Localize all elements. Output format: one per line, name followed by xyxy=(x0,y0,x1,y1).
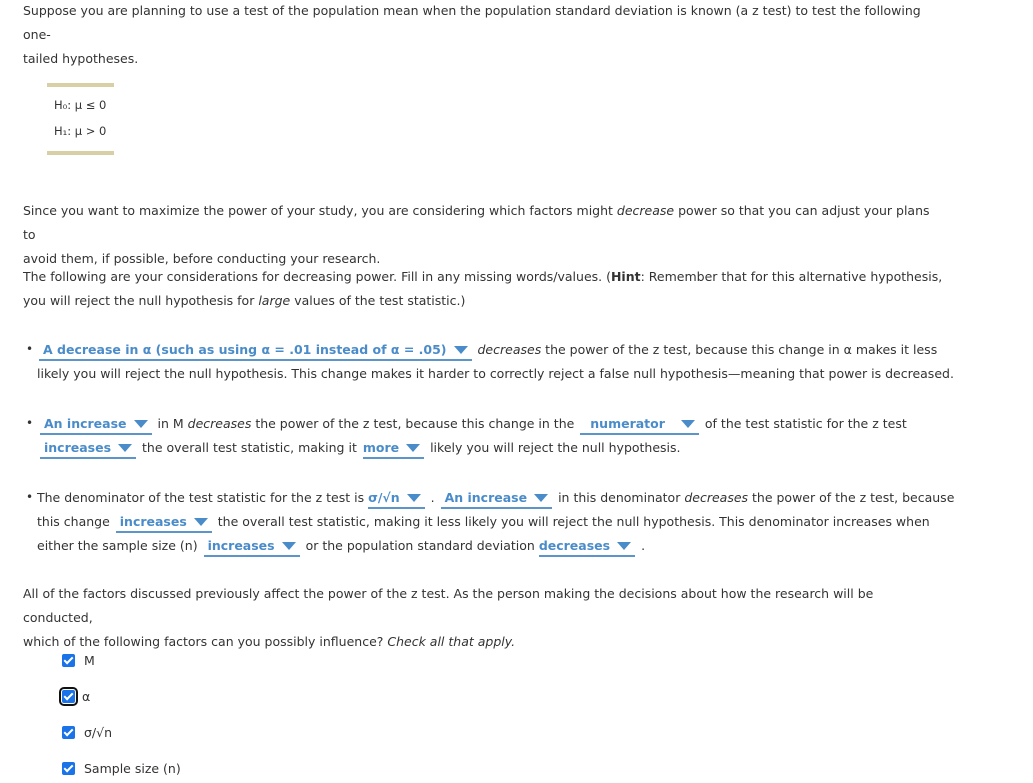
checkbox-checked-icon[interactable] xyxy=(59,686,78,706)
caret-down-icon xyxy=(534,493,549,502)
denominator-statistic-dropdown[interactable]: increases xyxy=(115,513,212,533)
checkbox-m[interactable]: M xyxy=(62,652,95,668)
caret-down-icon xyxy=(617,541,632,550)
caret-down-icon xyxy=(133,419,148,428)
likelihood-dropdown[interactable]: more xyxy=(362,439,425,459)
considerations-paragraph: The following are your considerations fo… xyxy=(23,265,943,313)
emphasis: Check all that apply. xyxy=(387,634,516,649)
dropdown-value: An increase xyxy=(44,416,127,431)
bullet-1-dot: • xyxy=(26,342,34,356)
text: which of the following factors can you p… xyxy=(23,634,388,649)
text: in this denominator xyxy=(558,490,685,505)
emphasis: decrease xyxy=(616,203,675,218)
dropdown-value: increases xyxy=(207,538,275,553)
dropdown-value: An increase xyxy=(444,490,528,505)
emphasis: decreases xyxy=(187,416,252,431)
text: or the population standard deviation xyxy=(305,538,539,553)
std-deviation-dropdown[interactable]: decreases xyxy=(538,537,636,557)
text: in M xyxy=(157,416,188,431)
hypotheses-box: H₀: μ ≤ 0 H₁: μ > 0 xyxy=(47,83,114,155)
text: the power of the z test, because this ch… xyxy=(541,342,938,357)
text: . xyxy=(637,538,646,553)
bullet-3-line-3: either the sample size (n) increases or … xyxy=(37,534,645,558)
intro-line-1: Suppose you are planning to use a test o… xyxy=(23,3,921,42)
caret-down-icon xyxy=(406,443,421,452)
checkbox-label: α xyxy=(82,688,91,704)
checkbox-checked-icon[interactable] xyxy=(62,761,75,775)
text: the overall test statistic, making it le… xyxy=(217,514,930,529)
checkbox-checked-icon[interactable] xyxy=(62,725,75,739)
caret-down-icon xyxy=(453,345,468,354)
denominator-change-dropdown[interactable]: An increase xyxy=(440,489,553,509)
dropdown-value: σ/√n xyxy=(368,490,400,505)
text: this change xyxy=(37,514,114,529)
text: The following are your considerations fo… xyxy=(23,269,611,284)
hypotheses-bottom-bar xyxy=(47,151,114,155)
text: . xyxy=(426,490,439,505)
statistic-direction-dropdown[interactable]: increases xyxy=(40,439,137,459)
text: avoid them, if possible, before conducti… xyxy=(23,251,381,266)
bullet-3-line-2: this change increases the overall test s… xyxy=(37,510,930,534)
dropdown-value: A decrease in α (such as using α = .01 i… xyxy=(43,342,447,357)
null-hypothesis: H₀: μ ≤ 0 xyxy=(54,98,107,112)
dropdown-value: increases xyxy=(119,514,187,529)
text: Since you want to maximize the power of … xyxy=(23,203,617,218)
text: of the test statistic for the z test xyxy=(704,416,907,431)
dropdown-value: more xyxy=(362,440,400,455)
bullet-1-line-2: likely you will reject the null hypothes… xyxy=(37,366,954,381)
caret-down-icon xyxy=(281,541,296,550)
checkbox-label: σ/√n xyxy=(84,724,113,740)
text: The denominator of the test statistic fo… xyxy=(37,490,369,505)
hint-label: Hint xyxy=(610,269,641,284)
bullet-3-dot: • xyxy=(26,490,34,504)
bullet-2-dot: • xyxy=(26,416,34,430)
text: likely you will reject the null hypothes… xyxy=(430,440,681,455)
alternative-hypothesis: H₁: μ > 0 xyxy=(54,124,107,138)
dropdown-value: numerator xyxy=(590,416,665,431)
intro-line-2: tailed hypotheses. xyxy=(23,51,139,66)
checkbox-checked-icon[interactable] xyxy=(62,653,75,667)
test-statistic-part-dropdown[interactable]: numerator xyxy=(580,415,699,435)
checkbox-label: Sample size (n) xyxy=(84,760,181,776)
factors-question-paragraph: All of the factors discussed previously … xyxy=(23,582,943,654)
caret-down-icon xyxy=(680,419,695,428)
caret-down-icon xyxy=(118,443,133,452)
bullet-1-line-1: A decrease in α (such as using α = .01 i… xyxy=(37,338,937,362)
bullet-2-line-2: increases the overall test statistic, ma… xyxy=(38,436,681,460)
text: All of the factors discussed previously … xyxy=(23,586,874,625)
hypotheses-top-bar xyxy=(47,83,114,87)
checkbox-sample-size[interactable]: Sample size (n) xyxy=(62,760,181,776)
text: values of the test statistic.) xyxy=(290,293,466,308)
dropdown-value: increases xyxy=(44,440,112,455)
bullet-2-line-1: An increase in M decreases the power of … xyxy=(38,412,907,436)
text: the overall test statistic, making it xyxy=(142,440,361,455)
text: the power of the z test, because xyxy=(748,490,955,505)
text: the power of the z test, because this ch… xyxy=(251,416,579,431)
text: you will reject the null hypothesis for xyxy=(23,293,259,308)
power-intro-paragraph: Since you want to maximize the power of … xyxy=(23,199,943,271)
caret-down-icon xyxy=(406,493,421,502)
alpha-change-dropdown[interactable]: A decrease in α (such as using α = .01 i… xyxy=(39,341,472,361)
m-change-dropdown[interactable]: An increase xyxy=(40,415,152,435)
denominator-dropdown[interactable]: σ/√n xyxy=(368,489,425,509)
intro-text: Suppose you are planning to use a test o… xyxy=(23,0,943,71)
text: : Remember that for this alternative hyp… xyxy=(640,269,943,284)
caret-down-icon xyxy=(193,517,208,526)
emphasis: decreases xyxy=(684,490,749,505)
emphasis: decreases xyxy=(477,342,542,357)
checkbox-alpha[interactable]: α xyxy=(59,686,91,706)
checkbox-standard-error[interactable]: σ/√n xyxy=(62,724,112,740)
text: either the sample size (n) xyxy=(37,538,202,553)
sample-size-dropdown[interactable]: increases xyxy=(203,537,300,557)
checkbox-label: M xyxy=(84,652,95,668)
bullet-3-line-1: The denominator of the test statistic fo… xyxy=(37,486,954,510)
emphasis: large xyxy=(258,293,291,308)
dropdown-value: decreases xyxy=(538,538,611,553)
